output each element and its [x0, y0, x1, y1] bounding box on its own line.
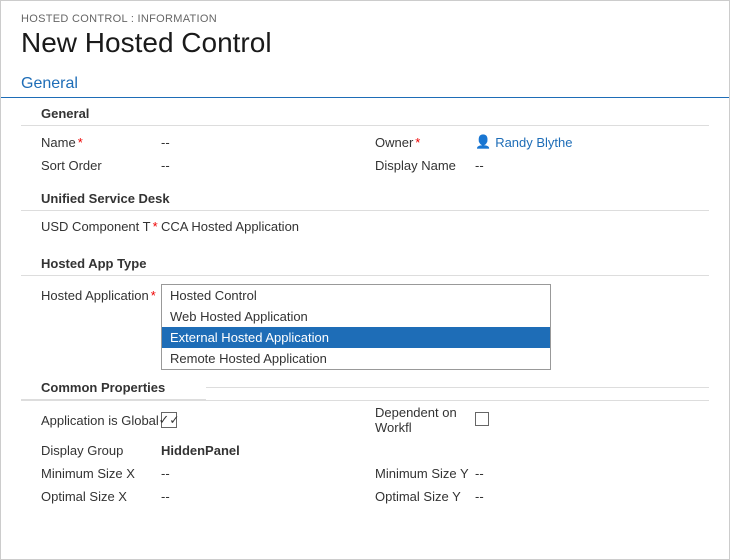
dependent-workfl-group: Dependent on Workfl: [375, 405, 709, 435]
name-field-group: Name* --: [41, 135, 375, 150]
dropdown-item-hosted-control[interactable]: Hosted Control: [162, 285, 550, 306]
optimal-size-x-value: --: [161, 489, 375, 504]
dependent-workfl-label: Dependent on Workfl: [375, 405, 475, 435]
common-props-divider: [206, 387, 709, 388]
app-global-group: Application is Global ✓: [41, 412, 375, 428]
common-properties-title: Common Properties: [21, 374, 206, 400]
app-global-label: Application is Global: [41, 413, 161, 428]
name-required-star: *: [78, 135, 83, 150]
subsection-general: General: [21, 98, 709, 126]
owner-label: Owner*: [375, 135, 475, 150]
sort-display-row: Sort Order -- Display Name --: [21, 154, 709, 177]
optimal-size-y-group: Optimal Size Y --: [375, 489, 709, 504]
hosted-app-required-star: *: [151, 288, 156, 303]
display-group-field: Display Group HiddenPanel: [41, 443, 709, 458]
hosted-application-label: Hosted Application*: [41, 284, 161, 303]
sort-order-value: --: [161, 158, 375, 173]
sort-order-group: Sort Order --: [41, 158, 375, 173]
min-size-y-label: Minimum Size Y: [375, 466, 475, 481]
usd-component-label: USD Component T*: [41, 219, 161, 234]
min-size-row: Minimum Size X -- Minimum Size Y --: [21, 462, 709, 485]
display-name-value: --: [475, 158, 709, 173]
min-size-x-label: Minimum Size X: [41, 466, 161, 481]
display-group-label: Display Group: [41, 443, 161, 458]
name-value: --: [161, 135, 375, 150]
display-group-row: Display Group HiddenPanel: [21, 439, 709, 462]
dropdown-item-web-hosted[interactable]: Web Hosted Application: [162, 306, 550, 327]
form-section-common-props: Application is Global ✓ Dependent on Wor…: [1, 401, 729, 508]
optimal-size-x-label: Optimal Size X: [41, 489, 161, 504]
dependent-workfl-checkbox[interactable]: [475, 412, 709, 429]
hosted-application-dropdown[interactable]: Hosted Control Web Hosted Application Ex…: [161, 284, 551, 370]
display-name-label: Display Name: [375, 158, 475, 173]
page-container: HOSTED CONTROL : INFORMATION New Hosted …: [0, 0, 730, 560]
display-group-value: HiddenPanel: [161, 443, 709, 458]
optimal-size-y-label: Optimal Size Y: [375, 489, 475, 504]
dropdown-item-remote-hosted[interactable]: Remote Hosted Application: [162, 348, 550, 369]
owner-field-group: Owner* 👤 Randy Blythe: [375, 134, 709, 150]
person-icon: 👤: [475, 134, 491, 150]
common-properties-header-row: Common Properties: [21, 374, 709, 401]
optimal-size-x-group: Optimal Size X --: [41, 489, 375, 504]
subsection-usd: Unified Service Desk: [21, 183, 709, 211]
owner-required-star: *: [415, 135, 420, 150]
min-size-y-group: Minimum Size Y --: [375, 466, 709, 481]
optimal-size-row: Optimal Size X -- Optimal Size Y --: [21, 485, 709, 508]
page-title: New Hosted Control: [1, 27, 729, 69]
dependent-workfl-checkbox-icon[interactable]: [475, 412, 489, 426]
min-size-x-value: --: [161, 466, 375, 481]
min-size-y-value: --: [475, 466, 709, 481]
breadcrumb: HOSTED CONTROL : INFORMATION: [1, 1, 729, 27]
form-section-general: General Name* -- Owner* 👤 Randy Blythe: [1, 98, 729, 370]
dropdown-item-external-hosted[interactable]: External Hosted Application: [162, 327, 550, 348]
sort-order-label: Sort Order: [41, 158, 161, 173]
hosted-application-row: Hosted Application* Hosted Control Web H…: [21, 280, 709, 370]
owner-value[interactable]: 👤 Randy Blythe: [475, 134, 573, 150]
section-header-general: General: [1, 69, 729, 98]
optimal-size-y-value: --: [475, 489, 709, 504]
app-global-checkbox[interactable]: ✓: [161, 412, 375, 428]
subsection-hosted-app: Hosted App Type: [21, 248, 709, 276]
usd-component-group: USD Component T* CCA Hosted Application: [41, 219, 709, 234]
min-size-x-group: Minimum Size X --: [41, 466, 375, 481]
name-owner-row: Name* -- Owner* 👤 Randy Blythe: [21, 130, 709, 154]
usd-component-value: CCA Hosted Application: [161, 219, 709, 234]
display-name-group: Display Name --: [375, 158, 709, 173]
usd-component-row: USD Component T* CCA Hosted Application: [21, 215, 709, 238]
app-global-dependent-row: Application is Global ✓ Dependent on Wor…: [21, 401, 709, 439]
name-label: Name*: [41, 135, 161, 150]
app-global-checkbox-icon[interactable]: ✓: [161, 412, 177, 428]
usd-required-star: *: [153, 219, 158, 234]
